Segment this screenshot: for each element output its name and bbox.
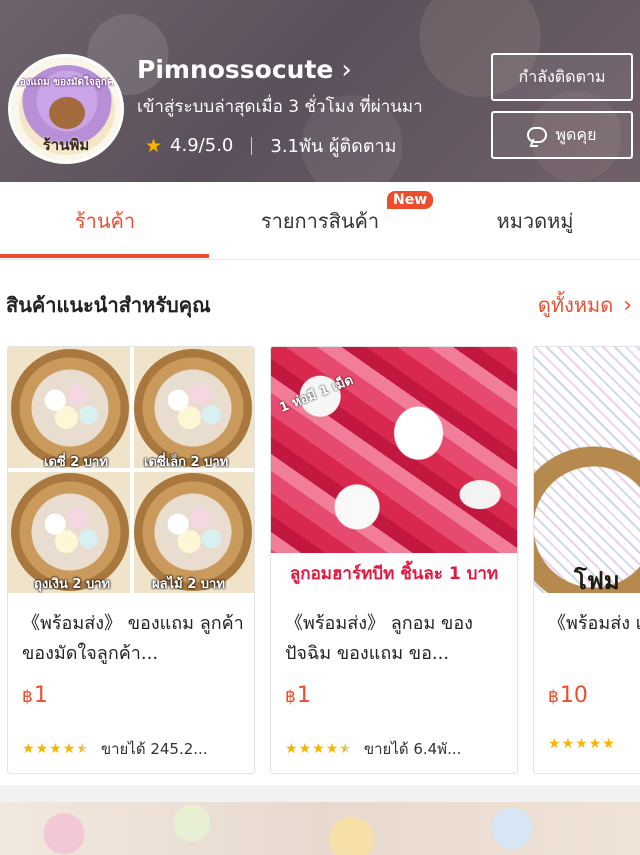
shop-name-link[interactable]: Pimnossocute ›	[137, 55, 352, 84]
see-all-link[interactable]: ดูทั้งหมด ›	[538, 289, 632, 321]
product-card[interactable]: เดซี่ 2 บาท เดซี่เล็ก 2 บาท ถุงเงิน 2 บา…	[7, 346, 255, 774]
product-rating: ★ ★ ★ ★ ★ ขายได้ 6.4พั...	[285, 737, 461, 761]
star-icon: ★	[35, 741, 49, 757]
product-image: เดซี่ 2 บาท เดซี่เล็ก 2 บาท ถุงเงิน 2 บา…	[8, 347, 254, 593]
star-icon: ★	[575, 736, 588, 752]
star-half-icon: ★	[339, 741, 352, 757]
product-title: 《พร้อมส่ง》 ของแถม ลูกค้า ของมัดใจลูกค้า.…	[22, 613, 244, 664]
star-icon: ★	[548, 736, 561, 752]
product-price: ฿1	[285, 683, 311, 708]
chat-button[interactable]: พูดคุย	[491, 111, 633, 159]
follower-count[interactable]: 3.1พัน ผู้ติดตาม	[270, 131, 396, 160]
sold-count: ขายได้ 245.2...	[100, 740, 208, 758]
shop-name: Pimnossocute	[137, 55, 334, 84]
next-section-banner[interactable]	[0, 802, 640, 855]
product-rating: ★ ★ ★ ★ ★ ขายได้ 245.2...	[22, 737, 208, 761]
star-icon: ★	[602, 736, 615, 752]
sold-count: ขายได้ 6.4พั...	[363, 740, 462, 758]
tab-shop[interactable]: ร้านค้า	[0, 182, 210, 260]
product-card[interactable]: โฟม 《พร้อมส่ง เทล โฟม เ ฿10 ★★★★★	[533, 346, 640, 774]
product-image: โฟม	[534, 347, 640, 593]
image-label: เดซี่ 2 บาท	[44, 455, 108, 470]
product-price: ฿10	[548, 683, 588, 708]
active-tab-indicator	[0, 254, 209, 258]
star-icon: ★	[298, 741, 312, 757]
chevron-right-icon: ›	[341, 54, 352, 85]
avatar-text-bottom: ร้านพิม	[42, 136, 90, 154]
bear-icon	[49, 97, 85, 129]
star-half-icon: ★	[76, 741, 89, 757]
tab-categories[interactable]: หมวดหมู่	[430, 182, 640, 260]
chevron-right-icon: ›	[623, 292, 632, 318]
section-title: สินค้าแนะนำสำหรับคุณ	[6, 293, 211, 317]
star-icon: ★	[22, 741, 35, 757]
last-active-text: เข้าสู่ระบบล่าสุดเมื่อ 3 ชั่วโมง ที่ผ่าน…	[137, 97, 423, 117]
image-label: ผลไม้ 2 บาท	[152, 577, 225, 592]
star-icon: ★	[145, 134, 163, 157]
image-banner: ลูกอมฮาร์ทบีท ชิ้นละ 1 บาท	[271, 553, 517, 593]
divider	[251, 136, 253, 155]
star-icon: ★	[588, 736, 602, 752]
shop-rating: 4.9/5.0	[170, 135, 234, 156]
star-icon: ★	[325, 741, 339, 757]
shop-stats: ★ 4.9/5.0 3.1พัน ผู้ติดตาม	[145, 131, 396, 160]
image-label: เดซี่เล็ก 2 บาท	[144, 455, 229, 470]
shop-avatar[interactable]: ของแถม ของมัดใจลูกค้า ร้านพิม	[8, 54, 124, 164]
star-icon: ★	[49, 741, 62, 757]
star-icon: ★	[312, 741, 325, 757]
following-button[interactable]: กำลังติดตาม	[491, 53, 633, 101]
chat-bubble-icon	[527, 127, 548, 143]
product-title: 《พร้อมส่ง เทล โฟม เ	[548, 613, 640, 634]
product-rating: ★ ★ ★ ★ ★	[548, 737, 615, 751]
product-image: 1 ห่อมี 1 เม็ด ลูกอมฮาร์ทบีท ชิ้นละ 1 บา…	[271, 347, 517, 593]
image-tag: 1 ห่อมี 1 เม็ด	[277, 372, 356, 417]
shop-tabs: ร้านค้า รายการสินค้า หมวดหมู่	[0, 182, 640, 260]
new-badge: New	[387, 191, 434, 209]
rating-stars: ★ ★ ★ ★ ★	[285, 742, 352, 756]
rating-stars: ★ ★ ★ ★ ★	[22, 742, 89, 756]
star-icon: ★	[62, 741, 76, 757]
shop-header: ของแถม ของมัดใจลูกค้า ร้านพิม Pimnossocu…	[0, 0, 640, 182]
product-card[interactable]: 1 ห่อมี 1 เม็ด ลูกอมฮาร์ทบีท ชิ้นละ 1 บา…	[270, 346, 518, 774]
image-label: ถุงเงิน 2 บาท	[34, 577, 111, 592]
recommended-section: สินค้าแนะนำสำหรับคุณ ดูทั้งหมด › เดซี่ 2…	[0, 260, 640, 785]
avatar-text-top: ของแถม ของมัดใจลูกค้า	[12, 77, 120, 88]
star-icon: ★	[561, 736, 575, 752]
rating-stars: ★ ★ ★ ★ ★	[548, 737, 615, 751]
product-title: 《พร้อมส่ง》 ลูกอม ของปัจฉิม ของแถม ขอ...	[285, 613, 473, 664]
star-icon: ★	[285, 741, 298, 757]
image-label: โฟม	[574, 567, 620, 593]
product-price: ฿1	[22, 683, 48, 708]
